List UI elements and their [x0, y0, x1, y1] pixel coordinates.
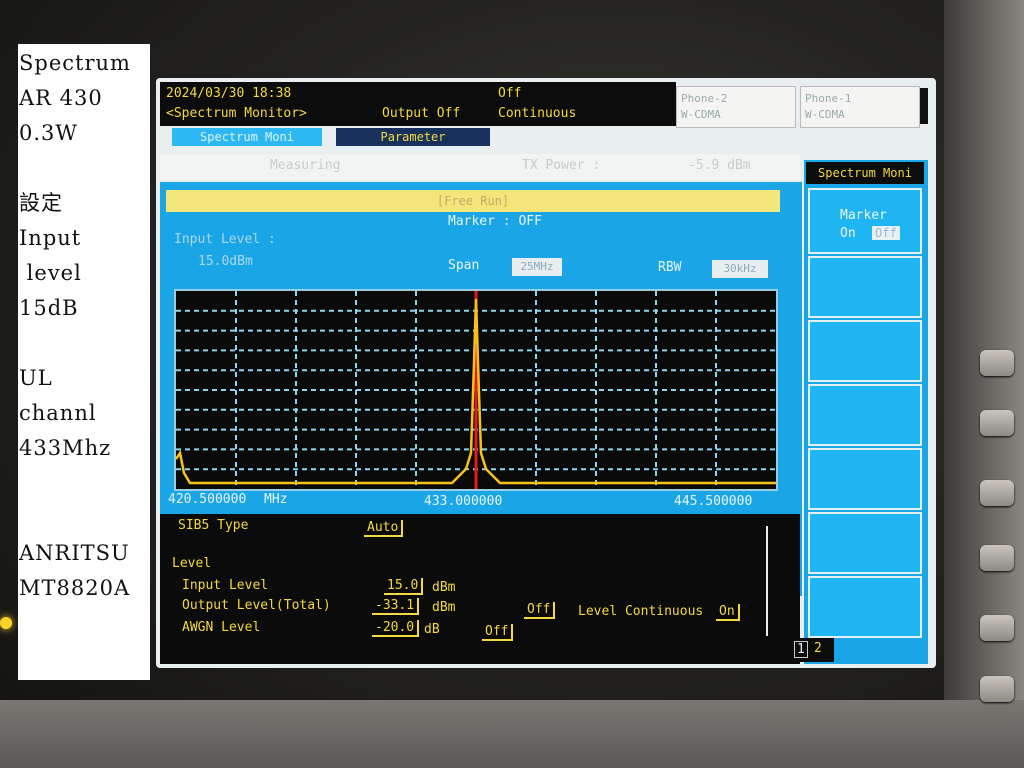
note-line: level — [19, 261, 82, 285]
instrument-side-panel — [944, 0, 1024, 768]
tab-bar: Spectrum Moni Parameter — [160, 126, 676, 148]
softkey-5[interactable] — [808, 448, 922, 510]
rbw-label: RBW — [658, 260, 682, 275]
note-line: 15dB — [19, 296, 79, 320]
softkey-7[interactable] — [808, 576, 922, 638]
output-off-toggle[interactable]: Off — [524, 602, 556, 619]
phone-2-status: Phone-2 W-CDMA — [676, 86, 796, 128]
note-line: Spectrum — [19, 51, 131, 75]
softkey-column: Spectrum Moni Marker On Off — [804, 160, 928, 664]
note-line: channl — [19, 401, 97, 425]
note-line: 設定 — [19, 191, 63, 215]
softkey-2[interactable] — [808, 256, 922, 318]
output-level-unit: dBm — [432, 600, 456, 615]
scroll-indicator — [920, 88, 928, 124]
hardware-key[interactable] — [980, 545, 1014, 571]
level-header: Level — [172, 556, 212, 571]
annotation-note: Spectrum AR 430 0.3W 設定 Input level 15dB… — [18, 44, 150, 680]
note-line: AR 430 — [19, 86, 103, 110]
instrument-screen: 2024/03/30 18:38 <Spectrum Monitor> Outp… — [156, 78, 936, 668]
datetime: 2024/03/30 18:38 — [166, 86, 292, 101]
phone-1-system: W-CDMA — [805, 108, 845, 121]
phone-2-name: Phone-2 — [681, 92, 728, 105]
x-stop-label: 445.500000 — [674, 494, 753, 509]
tx-power-label: TX Power : — [522, 158, 601, 173]
span-field[interactable]: 25MHz — [512, 258, 562, 276]
softkey-3[interactable] — [808, 320, 922, 382]
phone-1-status: Phone-1 W-CDMA — [800, 86, 920, 128]
note-line: 433Mhz — [19, 436, 112, 460]
sib5-type-value[interactable]: Auto — [364, 520, 404, 537]
note-line: Input — [19, 226, 82, 250]
awgn-off-toggle[interactable]: Off — [482, 624, 514, 641]
note-line: MT8820A — [19, 576, 131, 600]
note-line: ANRITSU — [19, 541, 130, 565]
measurement-status-row: Measuring TX Power : -5.9 dBm — [160, 154, 800, 180]
note-line: UL — [19, 366, 53, 390]
output-level-label: Output Level(Total) — [182, 598, 331, 613]
params-scrollbar[interactable] — [766, 526, 782, 636]
tab-parameter[interactable]: Parameter — [336, 128, 490, 146]
marker-status: Marker : OFF — [448, 214, 542, 229]
input-level-label: Input Level : — [174, 232, 276, 247]
input-level-param-label: Input Level — [182, 578, 269, 593]
parameter-panel: SIB5 Type Auto Level Input Level 15.0 dB… — [160, 514, 800, 664]
hardware-key[interactable] — [980, 410, 1014, 436]
hardware-key[interactable] — [980, 615, 1014, 641]
softkey-4[interactable] — [808, 384, 922, 446]
level-continuous-value[interactable]: On — [716, 604, 740, 621]
hardware-key[interactable] — [980, 676, 1014, 702]
input-level-value: 15.0dBm — [198, 254, 253, 269]
marker-off-option: Off — [872, 226, 900, 240]
page-2[interactable]: 2 — [814, 641, 822, 656]
tx-power-value: -5.9 dBm — [688, 158, 751, 173]
mode-title: <Spectrum Monitor> — [166, 106, 307, 121]
level-continuous-label: Level Continuous — [578, 604, 704, 619]
sib5-type-label: SIB5 Type — [178, 518, 249, 533]
marker-on-option: On — [840, 226, 856, 241]
awgn-level-unit: dB — [424, 622, 440, 637]
hardware-key[interactable] — [980, 350, 1014, 376]
input-level-param-value[interactable]: 15.0 — [384, 578, 424, 595]
phone-2-system: W-CDMA — [681, 108, 721, 121]
tab-spectrum-moni[interactable]: Spectrum Moni — [172, 128, 322, 146]
softkey-6[interactable] — [808, 512, 922, 574]
input-level-unit: dBm — [432, 580, 456, 595]
awgn-level-label: AWGN Level — [182, 620, 261, 635]
x-center-label: 433.000000 — [424, 494, 503, 509]
x-unit-label: MHz — [264, 492, 288, 507]
measuring-status: Measuring — [270, 158, 341, 173]
softkey-title: Spectrum Moni — [806, 162, 924, 184]
phone-1-name: Phone-1 — [805, 92, 852, 105]
x-start-label: 420.500000 — [168, 492, 247, 507]
hardware-key[interactable] — [980, 480, 1014, 506]
power-led-icon — [0, 617, 12, 629]
rbw-field[interactable]: 30kHz — [712, 260, 768, 278]
off-status: Off — [498, 86, 522, 101]
marker-softkey-label: Marker — [840, 208, 887, 223]
spectrum-plot[interactable] — [174, 289, 778, 491]
note-line: 0.3W — [19, 121, 78, 145]
instrument-lower-panel — [0, 700, 1024, 768]
free-run-banner: [Free Run] — [166, 190, 780, 212]
output-level-value[interactable]: -33.1 — [372, 598, 420, 615]
top-status-bar: 2024/03/30 18:38 <Spectrum Monitor> Outp… — [160, 82, 676, 126]
continuous-status: Continuous — [498, 106, 577, 121]
page-1[interactable]: 1 — [794, 641, 808, 658]
output-status: Output Off — [382, 106, 461, 121]
awgn-level-value[interactable]: -20.0 — [372, 620, 420, 637]
marker-softkey[interactable]: Marker On Off — [808, 188, 922, 254]
span-label: Span — [448, 258, 480, 273]
page-indicator[interactable]: 1 2 — [788, 638, 834, 662]
